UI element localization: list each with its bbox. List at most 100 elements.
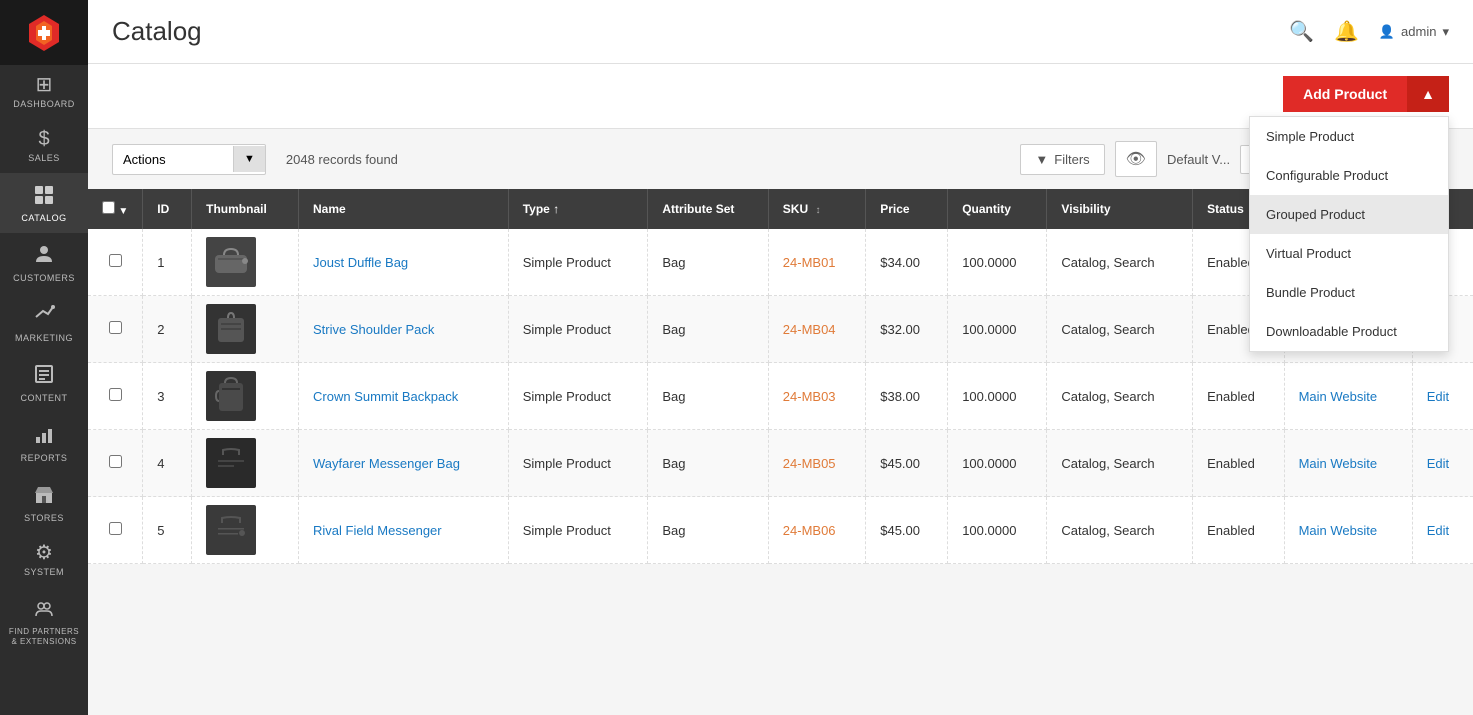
sidebar-item-reports[interactable]: REPORTS xyxy=(0,413,88,473)
reports-svg-icon xyxy=(33,423,55,445)
row-attribute-set: Bag xyxy=(648,296,768,363)
filters-button[interactable]: ▼ Filters xyxy=(1020,144,1104,175)
row-visibility: Catalog, Search xyxy=(1047,296,1193,363)
row-sku: 24-MB06 xyxy=(768,497,865,564)
sidebar-item-label: FIND PARTNERS & EXTENSIONS xyxy=(5,627,83,646)
th-id[interactable]: ID xyxy=(143,189,192,229)
sort-icon: ↕ xyxy=(815,205,820,216)
th-quantity[interactable]: Quantity xyxy=(948,189,1047,229)
th-price[interactable]: Price xyxy=(866,189,948,229)
row-id[interactable]: 3 xyxy=(143,363,192,430)
th-checkbox-arrow[interactable]: ▼ xyxy=(118,206,128,217)
sort-asc-icon: ↑ xyxy=(553,202,559,216)
row-checkbox[interactable] xyxy=(109,254,122,267)
row-status: Enabled xyxy=(1193,363,1284,430)
reports-icon xyxy=(33,423,55,449)
sidebar-item-content[interactable]: CONTENT xyxy=(0,353,88,413)
row-name[interactable]: Crown Summit Backpack xyxy=(299,363,509,430)
sidebar-item-stores[interactable]: STORES xyxy=(0,473,88,533)
row-action[interactable]: Edit xyxy=(1412,430,1473,497)
sidebar-logo[interactable] xyxy=(0,0,88,65)
table-row: 4 Wayfarer Messenger Bag Simple Product … xyxy=(88,430,1473,497)
sidebar-item-partners[interactable]: FIND PARTNERS & EXTENSIONS xyxy=(0,587,88,656)
row-attribute-set: Bag xyxy=(648,497,768,564)
row-websites[interactable]: Main Website xyxy=(1284,363,1412,430)
marketing-svg-icon xyxy=(33,303,55,325)
row-quantity: 100.0000 xyxy=(948,229,1047,296)
dropdown-item-grouped[interactable]: Grouped Product xyxy=(1250,195,1448,234)
row-thumbnail xyxy=(192,430,299,497)
row-websites[interactable]: Main Website xyxy=(1284,430,1412,497)
add-product-button-group: Add Product ▲ xyxy=(1283,76,1449,112)
th-type[interactable]: Type ↑ xyxy=(508,189,648,229)
sidebar-item-marketing[interactable]: MARKETING xyxy=(0,293,88,353)
row-checkbox[interactable] xyxy=(109,388,122,401)
sidebar-item-catalog[interactable]: CATALOG xyxy=(0,173,88,233)
row-checkbox[interactable] xyxy=(109,522,122,535)
add-product-group: Add Product ▲ Simple Product Configurabl… xyxy=(1283,76,1449,112)
dropdown-item-downloadable[interactable]: Downloadable Product xyxy=(1250,312,1448,351)
row-name[interactable]: Joust Duffle Bag xyxy=(299,229,509,296)
customers-svg-icon xyxy=(33,243,55,265)
sidebar-item-customers[interactable]: CUSTOMERS xyxy=(0,233,88,293)
sidebar-item-label: CATALOG xyxy=(21,213,66,223)
row-checkbox[interactable] xyxy=(109,455,122,468)
th-sku[interactable]: SKU ↕ xyxy=(768,189,865,229)
bell-icon[interactable]: 🔔 xyxy=(1334,19,1359,44)
row-price: $38.00 xyxy=(866,363,948,430)
row-id[interactable]: 4 xyxy=(143,430,192,497)
view-toggle-button[interactable]: 👁 xyxy=(1115,141,1157,177)
default-view-label: Default V... xyxy=(1167,152,1230,167)
sidebar-item-system[interactable]: ⚙ SYSTEM xyxy=(0,533,88,587)
select-all-checkbox[interactable] xyxy=(102,201,115,214)
row-quantity: 100.0000 xyxy=(948,296,1047,363)
top-header: Catalog 🔍 🔔 👤 admin ▾ xyxy=(88,0,1473,64)
row-id[interactable]: 1 xyxy=(143,229,192,296)
search-icon[interactable]: 🔍 xyxy=(1289,19,1314,44)
dropdown-item-simple[interactable]: Simple Product xyxy=(1250,117,1448,156)
admin-label: admin xyxy=(1401,24,1436,39)
sales-icon: $ xyxy=(38,129,49,149)
sidebar-item-label: STORES xyxy=(24,513,64,523)
row-action[interactable]: Edit xyxy=(1412,497,1473,564)
th-visibility[interactable]: Visibility xyxy=(1047,189,1193,229)
content-svg-icon xyxy=(33,363,55,385)
row-name[interactable]: Strive Shoulder Pack xyxy=(299,296,509,363)
row-action[interactable]: Edit xyxy=(1412,363,1473,430)
row-name[interactable]: Rival Field Messenger xyxy=(299,497,509,564)
actions-select[interactable]: Actions xyxy=(113,145,233,174)
add-product-toggle-button[interactable]: ▲ xyxy=(1407,76,1449,112)
dropdown-item-virtual[interactable]: Virtual Product xyxy=(1250,234,1448,273)
th-attribute-set[interactable]: Attribute Set xyxy=(648,189,768,229)
dropdown-item-configurable[interactable]: Configurable Product xyxy=(1250,156,1448,195)
add-product-button[interactable]: Add Product xyxy=(1283,76,1407,112)
row-type: Simple Product xyxy=(508,296,648,363)
table-row: 3 Crown Summit Backpack Simple Product B… xyxy=(88,363,1473,430)
row-visibility: Catalog, Search xyxy=(1047,229,1193,296)
row-id[interactable]: 5 xyxy=(143,497,192,564)
admin-user-menu[interactable]: 👤 admin ▾ xyxy=(1379,24,1449,40)
dashboard-icon: ⊞ xyxy=(36,75,53,95)
sidebar-item-sales[interactable]: $ SALES xyxy=(0,119,88,173)
user-icon: 👤 xyxy=(1379,24,1395,40)
row-id[interactable]: 2 xyxy=(143,296,192,363)
row-type: Simple Product xyxy=(508,229,648,296)
th-checkbox: ▼ xyxy=(88,189,143,229)
row-status: Enabled xyxy=(1193,497,1284,564)
header-right: 🔍 🔔 👤 admin ▾ xyxy=(1289,19,1449,44)
sidebar-item-dashboard[interactable]: ⊞ DASHBOARD xyxy=(0,65,88,119)
actions-dropdown-arrow[interactable]: ▼ xyxy=(233,146,265,172)
row-checkbox-cell xyxy=(88,363,143,430)
dropdown-item-bundle[interactable]: Bundle Product xyxy=(1250,273,1448,312)
row-websites[interactable]: Main Website xyxy=(1284,497,1412,564)
row-name[interactable]: Wayfarer Messenger Bag xyxy=(299,430,509,497)
th-name[interactable]: Name xyxy=(299,189,509,229)
customers-icon xyxy=(33,243,55,269)
catalog-svg-icon xyxy=(33,183,55,205)
system-icon: ⚙ xyxy=(35,543,53,563)
row-attribute-set: Bag xyxy=(648,229,768,296)
row-price: $45.00 xyxy=(866,430,948,497)
row-type: Simple Product xyxy=(508,497,648,564)
stores-icon xyxy=(33,483,55,509)
row-checkbox[interactable] xyxy=(109,321,122,334)
